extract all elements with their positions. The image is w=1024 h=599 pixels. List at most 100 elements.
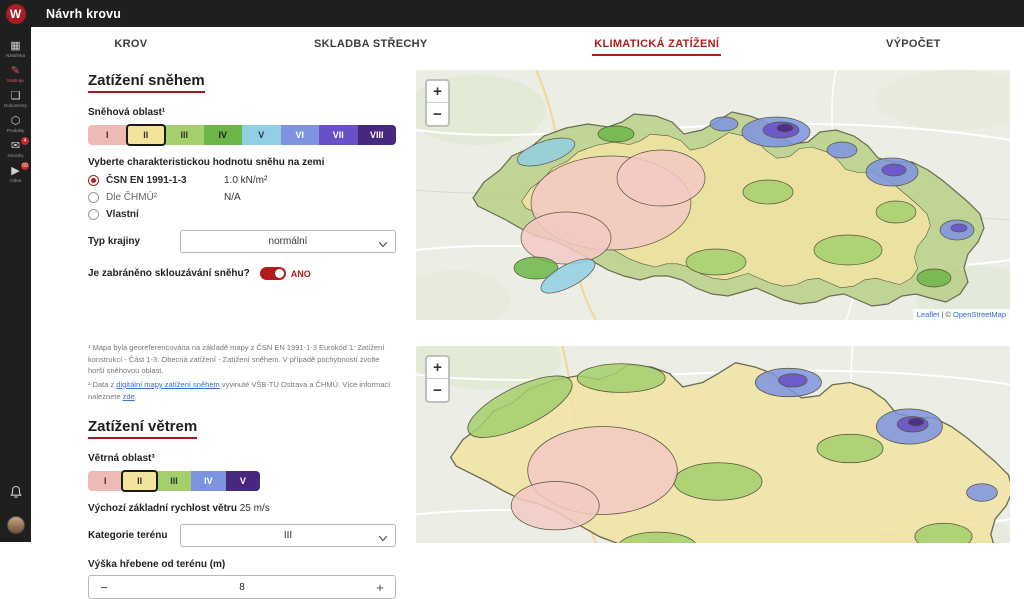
terrain-category-select[interactable]: III [180, 524, 396, 547]
snow-region-VI[interactable]: VI [281, 125, 320, 145]
snow-region-III[interactable]: III [165, 125, 204, 145]
attribution-separator: | © [939, 310, 953, 319]
sidebar-item-label: Novinky [7, 153, 23, 158]
snow-region-V[interactable]: V [242, 125, 281, 145]
wind-region-I[interactable]: I [88, 471, 122, 491]
option-label: Vlastní [106, 209, 224, 220]
tab-klimaticka-zatizeni[interactable]: KLIMATICKÁ ZATÍŽENÍ [592, 36, 721, 56]
topbar: Návrh krovu [0, 0, 1024, 27]
radio-selected-icon[interactable] [88, 175, 99, 186]
map-attribution: Leaflet | © OpenStreetMap [913, 309, 1010, 320]
sidebar: W ▦ Nástěnka ✎ Nástroje ❏ Dokumenty ⬡ Pr… [0, 0, 31, 542]
option-label: ČSN EN 1991-1-3 [106, 175, 224, 186]
stepper-plus-button[interactable]: + [365, 576, 395, 598]
ridge-height-label: Výška hřebene od terénu (m) [88, 559, 396, 570]
footnote-2: ² Data z digitální mapy zatížení sněhem … [88, 379, 396, 402]
snow-slide-toggle[interactable] [260, 267, 286, 280]
news-icon: ✉ [11, 140, 20, 152]
snow-map[interactable]: + − Leaflet | © OpenStreetMap [416, 70, 1010, 320]
region-roman: IV [218, 130, 227, 140]
zoom-out-button[interactable]: − [427, 379, 448, 401]
tab-krov[interactable]: KROV [112, 36, 149, 56]
chevron-down-icon [379, 533, 387, 544]
dashboard-icon: ▦ [10, 40, 20, 52]
wind-region-band: I II III IV V [88, 471, 260, 491]
terrain-category-value: III [284, 530, 292, 541]
snow-map-link[interactable]: digitální mapy zatížení sněhem [116, 380, 219, 389]
products-icon: ⬡ [11, 115, 21, 127]
more-info-link[interactable]: zde [123, 392, 135, 401]
snow-option-csn[interactable]: ČSN EN 1991-1-3 1.0 kN/m² [88, 175, 396, 186]
terrain-category-label: Kategorie terénu [88, 530, 180, 541]
option-label: Dle ČHMÚ² [106, 192, 224, 203]
sidebar-item-label: Dokumenty [4, 103, 27, 108]
app-logo[interactable]: W [6, 4, 26, 24]
snow-option-vlastni[interactable]: Vlastní [88, 209, 396, 220]
zoom-out-button[interactable]: − [427, 103, 448, 125]
snow-value-choose-label: Vyberte charakteristickou hodnotu sněhu … [88, 157, 396, 168]
region-roman: I [104, 476, 107, 486]
ridge-height-value[interactable]: 8 [119, 576, 365, 598]
wind-region-IV[interactable]: IV [191, 471, 225, 491]
snow-region-VIII[interactable]: VIII [358, 125, 397, 145]
wind-speed-value: 25 m/s [240, 503, 270, 514]
snow-region-IV[interactable]: IV [204, 125, 243, 145]
wind-map[interactable]: + − [416, 346, 1010, 543]
region-roman: V [240, 476, 246, 486]
sidebar-item-nastenka[interactable]: ▦ Nástěnka [0, 36, 31, 61]
sidebar-item-produkty[interactable]: ⬡ Produkty [0, 111, 31, 136]
sidebar-item-novinky[interactable]: 4 ✉ Novinky [0, 136, 31, 161]
footnote-2-text: ² Data z [88, 380, 116, 389]
sidebar-item-videa[interactable]: 69 ▶ Videa [0, 161, 31, 186]
sidebar-item-dokumenty[interactable]: ❏ Dokumenty [0, 86, 31, 111]
tab-skladba-strechy[interactable]: SKLADBA STŘECHY [312, 36, 430, 56]
region-roman: VIII [370, 130, 384, 140]
snow-region-II-selected[interactable]: II [127, 125, 166, 145]
documents-icon: ❏ [11, 90, 21, 102]
video-icon: ▶ [11, 165, 19, 177]
notifications-bell-icon[interactable] [8, 485, 24, 506]
zoom-in-button[interactable]: + [427, 357, 448, 379]
wind-region-II-selected[interactable]: II [122, 471, 156, 491]
tab-bar: KROV SKLADBA STŘECHY KLIMATICKÁ ZATÍŽENÍ… [31, 27, 1024, 56]
map-zoom-control: + − [425, 355, 450, 403]
region-roman: V [258, 130, 264, 140]
terrain-type-select[interactable]: normální [180, 230, 396, 253]
user-avatar[interactable] [7, 516, 25, 534]
wind-region-III[interactable]: III [157, 471, 191, 491]
option-value: 1.0 kN/m² [224, 175, 267, 186]
radio-icon[interactable] [88, 209, 99, 220]
terrain-type-value: normální [269, 236, 308, 247]
region-roman: III [180, 130, 188, 140]
footnote-1: ¹ Mapa byla georeferencována na základě … [88, 342, 396, 377]
wind-region-V[interactable]: V [226, 471, 260, 491]
sidebar-item-nastroje[interactable]: ✎ Nástroje [0, 61, 31, 86]
snow-region-label: Sněhová oblast¹ [88, 107, 165, 118]
osm-link[interactable]: OpenStreetMap [953, 310, 1006, 319]
map-zoom-control: + − [425, 79, 450, 127]
snow-region-VII[interactable]: VII [319, 125, 358, 145]
leaflet-link[interactable]: Leaflet [917, 310, 940, 319]
zoom-in-button[interactable]: + [427, 81, 448, 103]
tools-icon: ✎ [11, 65, 20, 77]
wind-region-label: Větrná oblast³ [88, 453, 155, 464]
sidebar-item-label: Videa [10, 178, 21, 183]
maps-column: + − Leaflet | © OpenStreetMap [416, 56, 1010, 599]
tab-vypocet[interactable]: VÝPOČET [884, 36, 943, 56]
wind-speed-label: Výchozí základní rychlost větru [88, 503, 237, 514]
snow-section-heading: Zatížení sněhem [88, 72, 205, 93]
ridge-height-stepper: − 8 + [88, 575, 396, 599]
settings-panel: Zatížení sněhem Sněhová oblast¹ I II III… [88, 56, 396, 599]
sidebar-item-label: Produkty [7, 128, 25, 133]
snow-region-band: I II III IV V VI VII VIII [88, 125, 396, 145]
footnotes: ¹ Mapa byla georeferencována na základě … [88, 342, 396, 402]
region-roman: IV [204, 476, 213, 486]
stepper-minus-button[interactable]: − [89, 576, 119, 598]
chevron-down-icon [379, 239, 387, 250]
snow-option-chmu[interactable]: Dle ČHMÚ² N/A [88, 192, 396, 203]
snow-region-I[interactable]: I [88, 125, 127, 145]
region-roman: III [170, 476, 178, 486]
footnote-2-text: . [135, 392, 137, 401]
radio-icon[interactable] [88, 192, 99, 203]
sidebar-item-label: Nástěnka [6, 53, 25, 58]
